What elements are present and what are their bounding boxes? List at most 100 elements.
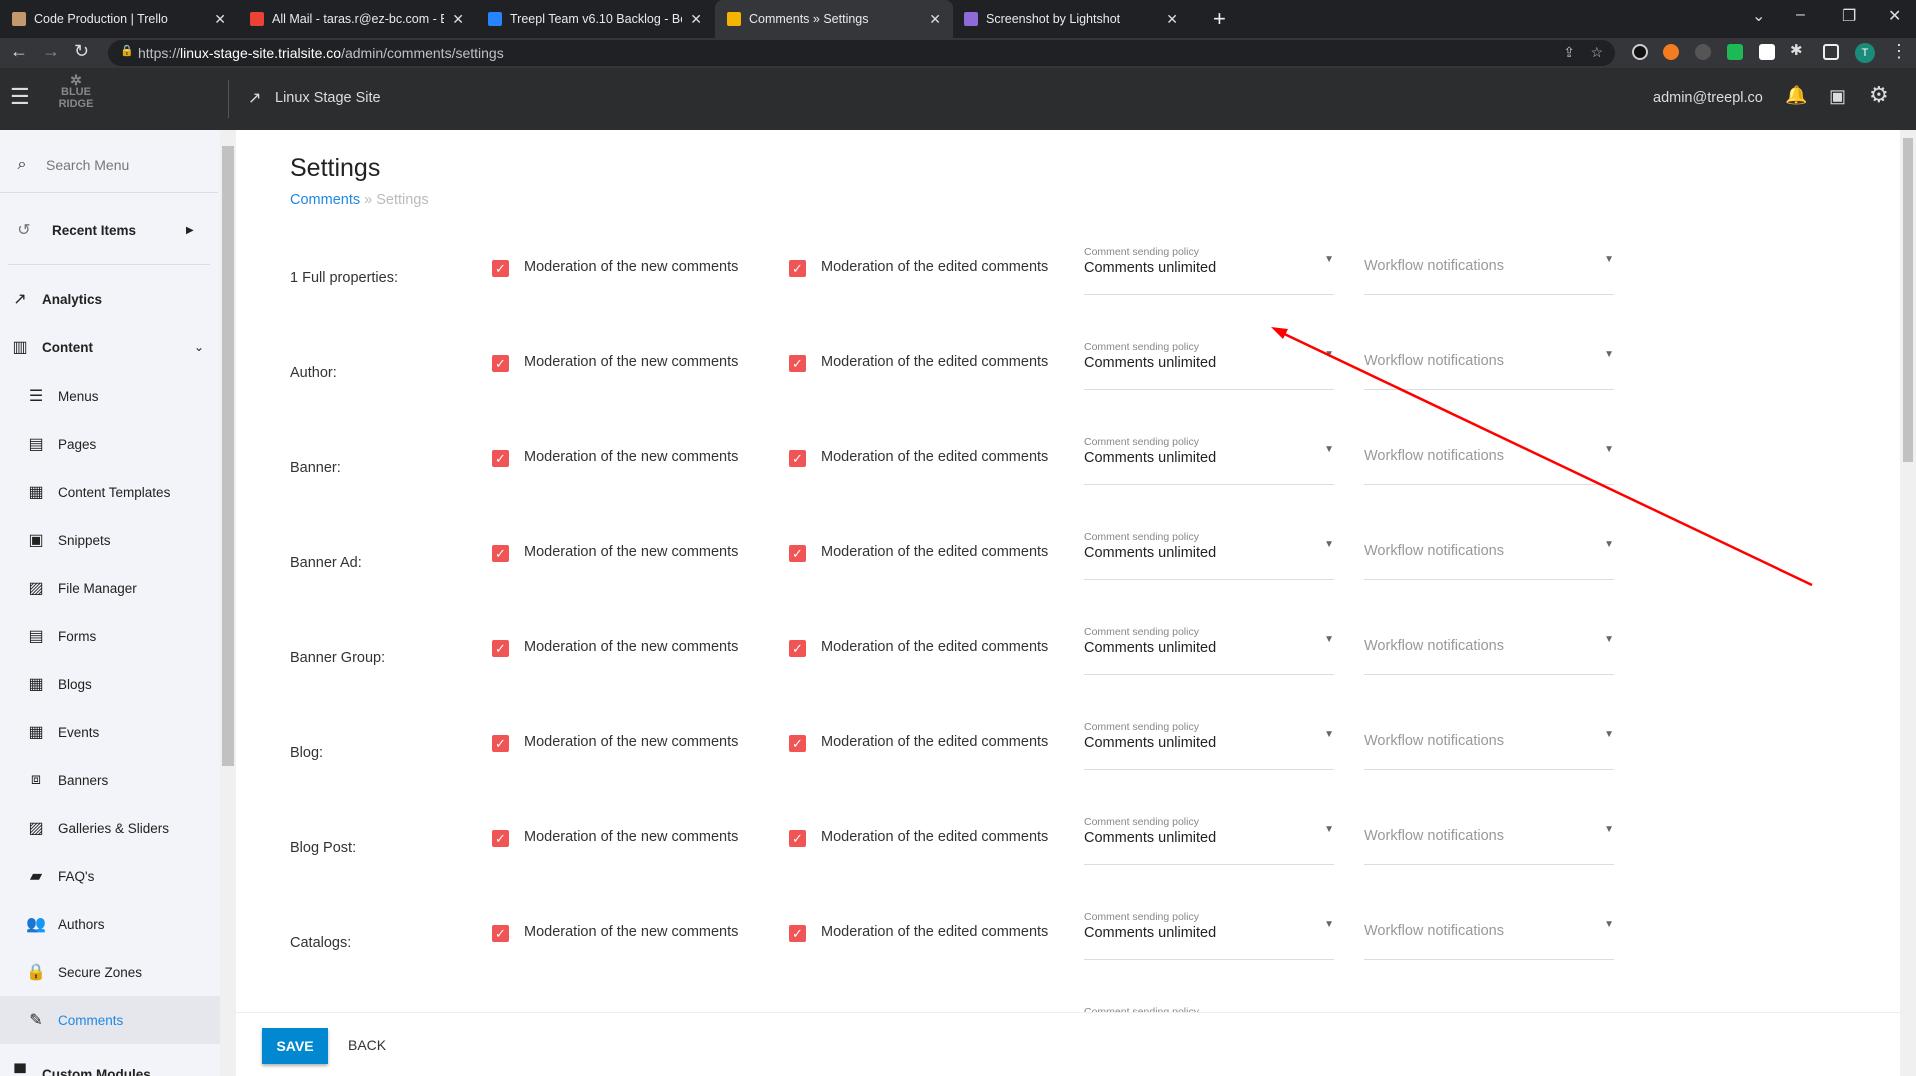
logo[interactable]: ✲ BLUE RIDGE <box>54 73 98 110</box>
browser-tab[interactable]: Code Production | Trello ✕ <box>0 0 238 38</box>
sidebar-item-comments[interactable]: ✎ Comments <box>0 996 220 1044</box>
sidebar-item-label: Snippets <box>58 532 111 548</box>
extension-icon[interactable] <box>1759 44 1775 60</box>
sidebar-item-recent-items[interactable]: ↺ Recent Items ▶ <box>0 218 220 242</box>
sidebar-item-label: Menus <box>58 388 99 404</box>
site-name-link[interactable]: Linux Stage Site <box>275 90 381 106</box>
browser-tab[interactable]: Comments » Settings ✕ <box>715 0 953 38</box>
extension-icon[interactable] <box>1727 44 1743 60</box>
app-header: ☰ ✲ BLUE RIDGE ↗ Linux Stage Site admin@t… <box>0 68 1916 130</box>
back-icon[interactable]: ← <box>10 41 28 62</box>
page-scrollbar[interactable] <box>1900 130 1916 1076</box>
profile-avatar[interactable]: T <box>1855 43 1875 63</box>
sidebar-item-secure-zones[interactable]: 🔒 Secure Zones <box>0 960 220 984</box>
search-menu[interactable]: ⌕ Search Menu <box>0 150 220 180</box>
restore-button[interactable]: ❐ <box>1842 6 1856 26</box>
external-link-icon[interactable]: ↗ <box>248 88 261 108</box>
sidebar-item-content-templates[interactable]: ▦ Content Templates <box>0 480 220 504</box>
faq-icon: ▰ <box>29 868 43 885</box>
lock-icon: 🔒 <box>26 964 46 981</box>
sidebar-item-galleries-sliders[interactable]: ▨ Galleries & Sliders <box>0 816 220 840</box>
search-input[interactable]: Search Menu <box>46 157 129 173</box>
form-icon: ▤ <box>28 628 44 645</box>
sidebar-item-label: Secure Zones <box>58 964 143 980</box>
share-icon[interactable]: ⇪ <box>1563 44 1575 61</box>
menu-icon: ☰ <box>28 388 44 405</box>
bell-icon[interactable]: 🔔 <box>1785 85 1807 106</box>
sidebar-item-content[interactable]: ▥ Content ⌄ <box>0 335 220 359</box>
sidebar-item-events[interactable]: ▦ Events <box>0 720 220 744</box>
sidebar-item-snippets[interactable]: ▣ Snippets <box>0 528 220 552</box>
url-host: linux-stage-site.trialsite.co <box>180 45 342 61</box>
sidebar-item-blogs[interactable]: ▦ Blogs <box>0 672 220 696</box>
kebab-menu-icon[interactable]: ⋮ <box>1890 41 1908 62</box>
hamburger-icon[interactable]: ☰ <box>10 84 30 110</box>
sidebar-item-pages[interactable]: ▤ Pages <box>0 432 220 456</box>
page-icon: ▤ <box>28 436 44 453</box>
back-button[interactable]: BACK <box>348 1037 386 1053</box>
sidebar-item-forms[interactable]: ▤ Forms <box>0 624 220 648</box>
sidebar-item-banners[interactable]: ⧈ Banners <box>0 768 220 792</box>
tab-search-icon[interactable]: ⌄ <box>1752 6 1765 26</box>
sidebar-item-label: Blogs <box>58 676 92 692</box>
close-tab-icon[interactable]: ✕ <box>1166 11 1178 28</box>
scrollbar-thumb[interactable] <box>222 146 234 766</box>
tab-title: Comments » Settings <box>749 12 869 26</box>
close-tab-icon[interactable]: ✕ <box>690 11 702 28</box>
sidebar-item-file-manager[interactable]: ▨ File Manager <box>0 576 220 600</box>
puzzle-icon[interactable]: ✱ <box>1790 41 1803 59</box>
sidebar-item-label: Content <box>42 339 93 355</box>
save-button[interactable]: SAVE <box>262 1028 328 1064</box>
reload-icon[interactable]: ↻ <box>74 41 89 62</box>
sidebar-item-label: Comments <box>58 1012 124 1028</box>
url-path: /admin/comments/settings <box>341 45 504 61</box>
favicon-icon <box>727 12 741 26</box>
sidebar-scrollbar[interactable] <box>220 130 236 1076</box>
close-tab-icon[interactable]: ✕ <box>452 11 464 28</box>
tab-title: All Mail - taras.r@ez-bc.com - EZ <box>272 12 445 26</box>
forward-icon[interactable]: → <box>42 41 60 62</box>
scrollbar-thumb[interactable] <box>1903 138 1913 462</box>
sidebar-item-menus[interactable]: ☰ Menus <box>0 384 220 408</box>
close-tab-icon[interactable]: ✕ <box>214 11 226 28</box>
browser-tab[interactable]: Treepl Team v6.10 Backlog - Boar ✕ <box>476 0 714 38</box>
close-tab-icon[interactable]: ✕ <box>929 11 941 28</box>
sidebar-item-label: Banners <box>58 772 109 788</box>
sidebar: ⌕ Search Menu ↺ Recent Items ▶ ↗ Analytics ▥… <box>0 130 220 1076</box>
user-menu[interactable]: admin@treepl.co <box>1653 90 1763 106</box>
extension-icon[interactable] <box>1663 44 1679 60</box>
browser-tab[interactable]: All Mail - taras.r@ez-bc.com - EZ ✕ <box>238 0 476 38</box>
sidebar-item-label: Authors <box>58 916 105 932</box>
side-panel-icon[interactable] <box>1823 44 1839 60</box>
browser-tab[interactable]: Screenshot by Lightshot ✕ <box>952 0 1190 38</box>
sidebar-item-label: Events <box>58 724 100 740</box>
close-window-button[interactable]: ✕ <box>1888 6 1901 26</box>
sidebar-item-authors[interactable]: 👥 Authors <box>0 912 220 936</box>
url-scheme: https:// <box>138 45 181 61</box>
star-icon[interactable]: ☆ <box>1590 44 1603 61</box>
gear-icon[interactable]: ⚙ <box>1869 82 1889 108</box>
sidebar-item-label: Content Templates <box>58 484 171 500</box>
extension-icon[interactable] <box>1695 44 1711 60</box>
new-tab-button[interactable]: + <box>1213 6 1226 32</box>
lock-icon: 🔒 <box>120 45 134 57</box>
chevron-down-icon: ⌄ <box>194 340 205 354</box>
annotation-arrow <box>1271 327 1813 587</box>
template-icon: ▦ <box>28 484 44 501</box>
search-icon: ⌕ <box>17 156 27 173</box>
address-bar-area: ← → ↻ 🔒 https://linux-stage-site.trialsit… <box>0 38 1916 68</box>
image-icon: ▨ <box>28 580 44 597</box>
minimize-button[interactable]: – <box>1796 6 1805 24</box>
sidebar-item-label: Custom Modules <box>42 1066 151 1076</box>
url-input[interactable]: 🔒 https://linux-stage-site.trialsite.co/a… <box>108 40 1615 66</box>
extension-icon[interactable] <box>1632 44 1648 60</box>
browser-tab-bar: Code Production | Trello ✕ All Mail - tara… <box>0 0 1916 38</box>
sidebar-item-custom-modules[interactable]: ▀ Custom Modules <box>0 1062 220 1076</box>
image-icon[interactable]: ▣ <box>1829 86 1846 107</box>
gallery-icon: ▨ <box>28 820 44 837</box>
sidebar-item-faq-s[interactable]: ▰ FAQ's <box>0 864 220 888</box>
sidebar-item-label: File Manager <box>58 580 137 596</box>
sidebar-item-label: Recent Items <box>52 222 137 238</box>
favicon-icon <box>12 12 26 26</box>
sidebar-item-analytics[interactable]: ↗ Analytics <box>0 287 220 311</box>
